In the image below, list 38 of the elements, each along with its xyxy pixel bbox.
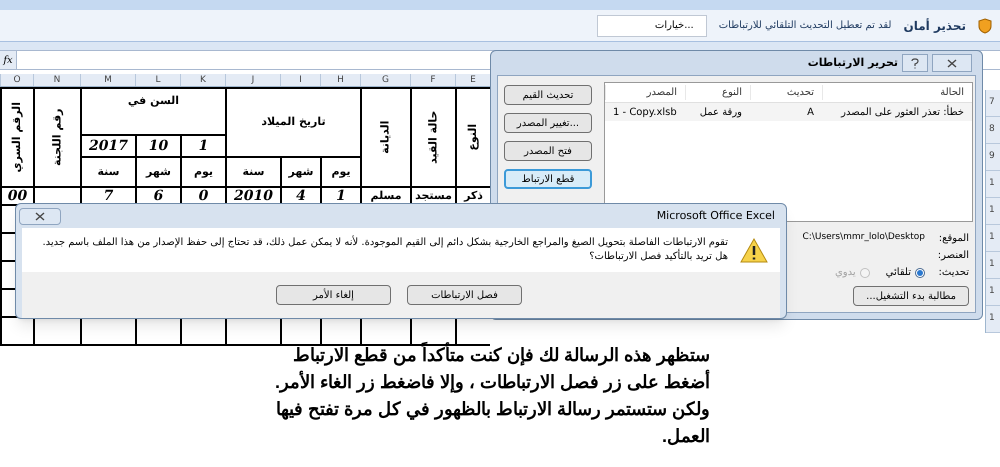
column-heading: شهر (137, 158, 180, 186)
table-cell: 7 (82, 188, 135, 204)
table-cell: مسلم (362, 188, 410, 204)
location-label: الموقع: (938, 232, 969, 246)
caption-line: ولكن ستستمر رسالة الارتباط بالظهور في كل مرة تفتح فيها (274, 398, 710, 422)
column-heading: يوم (182, 158, 225, 186)
table-cell: 4 (282, 188, 320, 204)
column-heading: الديانة (378, 120, 393, 154)
column-heading: شهر (282, 158, 320, 186)
caption-line: أضغط على زر فصل الارتباطات ، وإلا فاضغط زر الغاء الأمر. (170, 369, 710, 396)
column-heading: حالة القيد (425, 110, 440, 164)
location-path: C:\Users\mmr_lolo\Desktop (802, 231, 925, 244)
security-warning-title: تحذير أمان (903, 17, 966, 34)
dialog-title: Microsoft Office Excel (656, 208, 776, 224)
column-heading: يوم (322, 158, 360, 186)
table-cell: ذكر (457, 188, 490, 204)
column-heading: الرقم السري (9, 102, 24, 173)
table-cell: 0 (182, 188, 225, 204)
date-value: 2017 (82, 136, 135, 156)
update-label: تحديث: (938, 266, 969, 280)
column-heading: السن في (82, 89, 225, 134)
table-cell: 2010 (227, 188, 280, 204)
date-value: 1 (182, 136, 225, 156)
item-label: العنصر: (938, 249, 969, 263)
warning-message: تقوم الارتباطات الفاصلة بتحويل الصيغ والمراجع الخارجية بشكل دائم إلى القيم الموجودة. لأنه لا يمكن عمل ذلك، قد تحتاج إلى حفظ الإصدار من هذا الملف باسم جديد. هل تريد بالتأكيد فصل الارتباطات؟ (41, 236, 728, 264)
table-cell: 1 (322, 188, 360, 204)
dialog-title: تحرير الارتباطات (808, 54, 898, 71)
column-heading: سنة (227, 158, 280, 186)
table-cell: 6 (137, 188, 180, 204)
column-heading: رقم اللجنة (49, 108, 64, 166)
table-cell: 00 (2, 188, 33, 204)
caption-line: العمل. (660, 425, 710, 448)
table-cell: مستجد (412, 188, 455, 204)
date-value: 10 (137, 136, 180, 156)
column-heading: سنة (82, 158, 135, 186)
column-heading: تاريخ الميلاد (227, 89, 360, 156)
security-warning-message: لقد تم تعطيل التحديث التلقائي للارتباطات (718, 19, 892, 33)
column-heading: النوع (465, 124, 480, 151)
